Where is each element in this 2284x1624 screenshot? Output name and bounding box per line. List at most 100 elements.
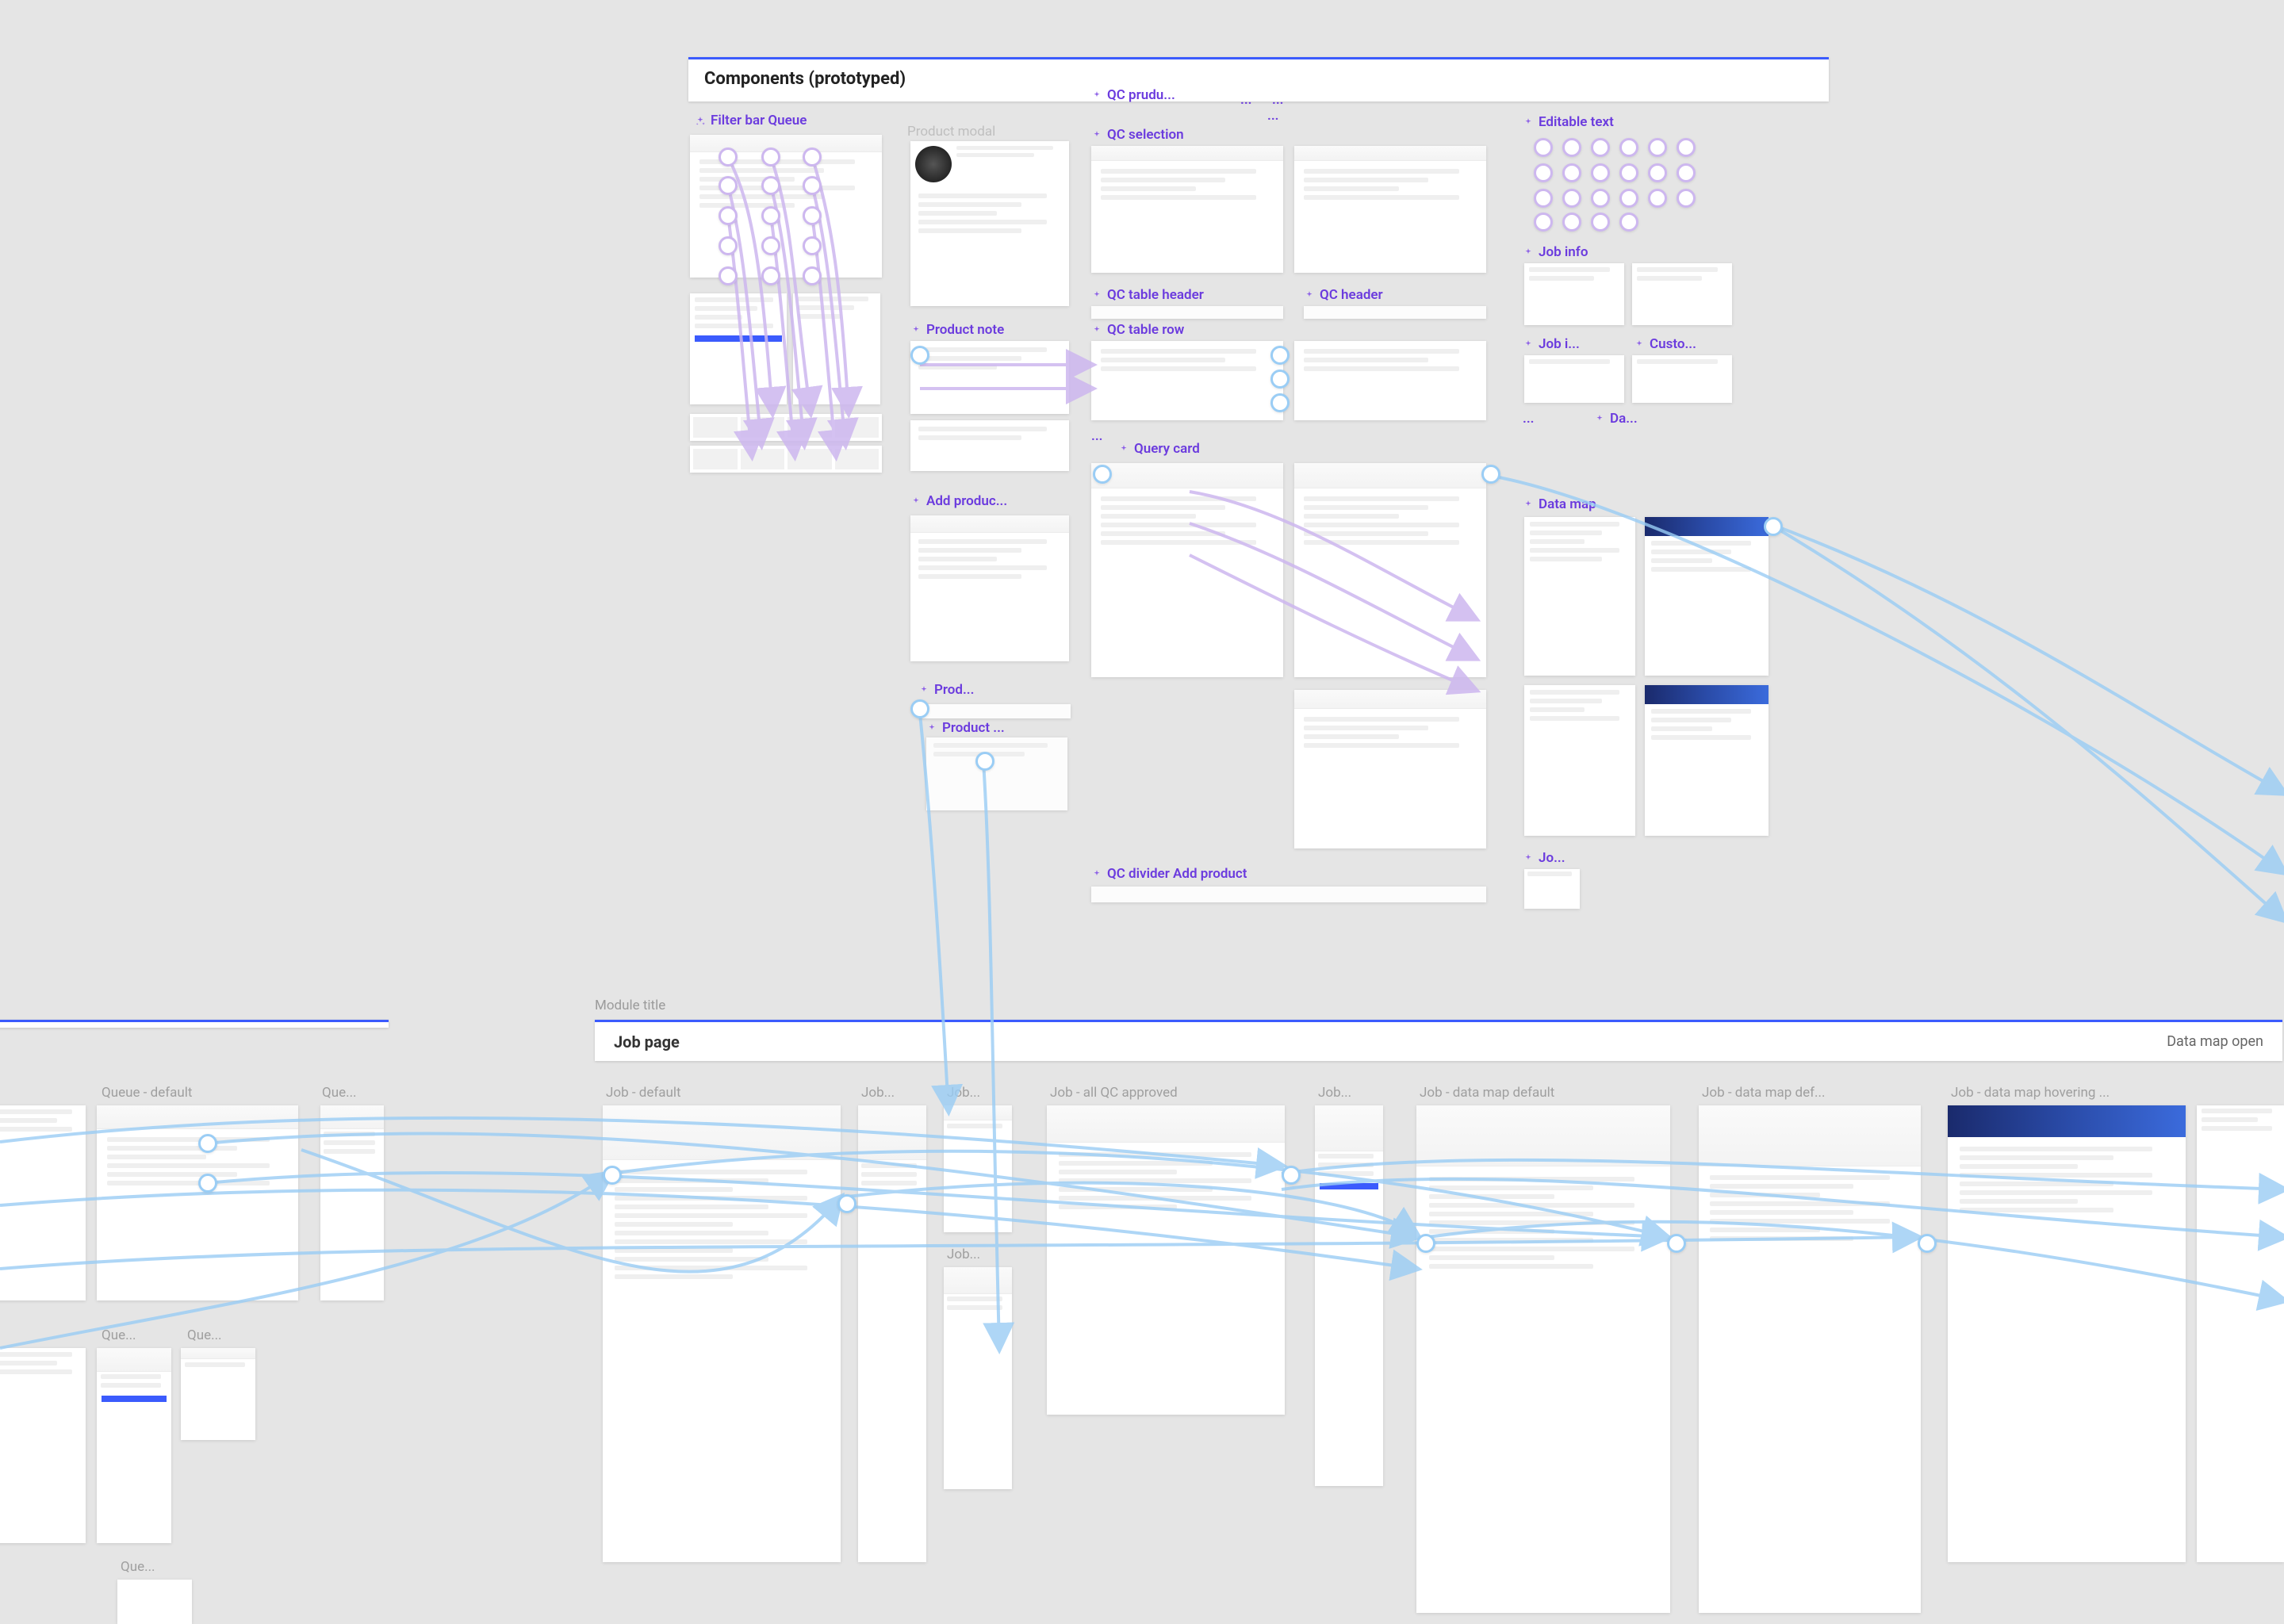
prototype-node[interactable] [1918,1234,1937,1253]
frame-label-job-sh1[interactable]: Job... [861,1085,895,1101]
frame-label-que-1[interactable]: Que... [322,1085,357,1101]
frame-queue-left-b[interactable] [0,1348,86,1543]
prototype-node[interactable] [719,147,738,167]
prototype-node[interactable] [1677,189,1696,208]
component-label-qc-divider-add[interactable]: QC divider Add product [1091,866,1247,882]
frame-job-info-a[interactable] [1524,263,1624,325]
prototype-node[interactable] [761,176,780,195]
prototype-node[interactable] [910,346,929,365]
component-label-add-product[interactable]: Add produc... [910,493,1007,509]
prototype-node[interactable] [1282,1166,1301,1185]
prototype-node[interactable] [1534,189,1553,208]
frame-job-data-map-default[interactable] [1416,1105,1670,1613]
component-label-ellipsis5[interactable]: ... [1523,411,1535,427]
frame-custo[interactable] [1632,355,1732,403]
frame-job-data-map-hovering[interactable] [1948,1105,2186,1562]
prototype-node[interactable] [1619,189,1638,208]
prototype-node[interactable] [803,147,822,167]
prototype-node[interactable] [1591,213,1610,232]
component-label-job-info[interactable]: Job info [1523,244,1588,260]
frame-que-1[interactable] [320,1105,384,1300]
frame-product-note[interactable] [910,341,1069,414]
frame-label-job-sh2[interactable]: Job... [947,1085,980,1101]
component-label-custo[interactable]: Custo... [1634,336,1696,352]
frame-qc-selection-2[interactable] [1294,146,1486,273]
prototype-node[interactable] [1481,465,1500,484]
prototype-node[interactable] [1648,138,1667,157]
frame-data-map-4[interactable] [1645,685,1769,836]
component-label-qc-header[interactable]: QC header [1304,287,1383,303]
frame-prod-small[interactable] [918,704,1071,718]
prototype-node[interactable] [1534,213,1553,232]
frame-product-note-2[interactable] [910,420,1069,471]
frame-label-que-2[interactable]: Que... [102,1327,136,1343]
prototype-node[interactable] [719,236,738,255]
frame-filter-bar-list1[interactable] [690,414,882,441]
frame-filter-bar-list2[interactable] [690,446,882,473]
component-label-qc-selection[interactable]: QC selection [1091,127,1184,143]
frame-data-map-1[interactable] [1524,517,1635,676]
frame-data-map-3[interactable] [1524,685,1635,836]
prototype-node[interactable] [1562,189,1581,208]
frame-job-sh1[interactable] [858,1105,926,1562]
prototype-node[interactable] [761,266,780,285]
frame-label-job-data-map-def[interactable]: Job - data map def... [1702,1085,1826,1101]
prototype-node[interactable] [603,1166,622,1185]
figma-canvas[interactable]: Components (prototyped) Filter bar Queue… [0,0,2284,1624]
component-label-ellipsis3[interactable]: ... [1267,108,1279,124]
prototype-node[interactable] [803,176,822,195]
frame-job-sh2[interactable] [944,1105,1012,1232]
component-label-jo[interactable]: Jo... [1523,850,1565,866]
prototype-node[interactable] [761,236,780,255]
frame-qc-table-row-a[interactable] [1091,341,1283,420]
component-label-product-modal[interactable]: Product modal [907,124,995,140]
frame-query-card-b[interactable] [1294,463,1486,677]
frame-add-product[interactable] [910,515,1069,661]
frame-query-card-a[interactable] [1091,463,1283,677]
prototype-node[interactable] [1591,163,1610,182]
frame-job-data-map-def[interactable] [1699,1105,1921,1613]
frame-qc-table-header[interactable] [1091,306,1283,319]
prototype-node[interactable] [1764,517,1783,536]
frame-label-job-sh3[interactable]: Job... [947,1247,980,1262]
frame-job-sh4[interactable] [1315,1105,1383,1486]
prototype-node[interactable] [1270,346,1290,365]
frame-que-3[interactable] [181,1348,255,1440]
frame-qc-divider[interactable] [1091,887,1486,902]
prototype-node[interactable] [198,1174,217,1193]
frame-data-map-2[interactable] [1645,517,1769,676]
frame-label-job-data-map-hovering[interactable]: Job - data map hovering ... [1951,1085,2110,1101]
frame-label-que-3[interactable]: Que... [187,1327,222,1343]
component-label-qc-table-header[interactable]: QC table header [1091,287,1204,303]
prototype-node[interactable] [761,147,780,167]
component-label-ellipsis4[interactable]: ... [1091,428,1103,444]
frame-filter-bar-variant2[interactable] [690,293,787,404]
component-label-product-underscore[interactable]: Product ... [926,720,1005,736]
frame-job-default[interactable] [603,1105,841,1562]
prototype-node[interactable] [1534,163,1553,182]
frame-job-hovering-side[interactable] [2197,1105,2284,1562]
prototype-node[interactable] [1619,163,1638,182]
prototype-node[interactable] [1270,370,1290,389]
frame-label-que-4[interactable]: Que... [121,1559,155,1575]
prototype-node[interactable] [1093,465,1112,484]
component-label-da[interactable]: Da... [1594,411,1638,427]
prototype-node[interactable] [719,266,738,285]
prototype-node[interactable] [719,206,738,225]
prototype-node[interactable] [803,266,822,285]
frame-que-4[interactable] [117,1580,192,1624]
prototype-node[interactable] [1591,138,1610,157]
component-label-prod[interactable]: Prod... [918,682,974,698]
frame-product-modal[interactable] [910,141,1069,306]
prototype-node[interactable] [1416,1234,1435,1253]
prototype-node[interactable] [1619,138,1638,157]
prototype-node[interactable] [1677,163,1696,182]
frame-label-job-default[interactable]: Job - default [606,1085,681,1101]
prototype-node[interactable] [1667,1234,1686,1253]
component-label-editable-text[interactable]: Editable text [1523,114,1614,130]
frame-job-info-b[interactable] [1632,263,1732,325]
frame-label-queue-default[interactable]: Queue - default [102,1085,192,1101]
frame-queue-left-a[interactable] [0,1105,86,1300]
prototype-node[interactable] [1677,138,1696,157]
prototype-node[interactable] [198,1134,217,1153]
